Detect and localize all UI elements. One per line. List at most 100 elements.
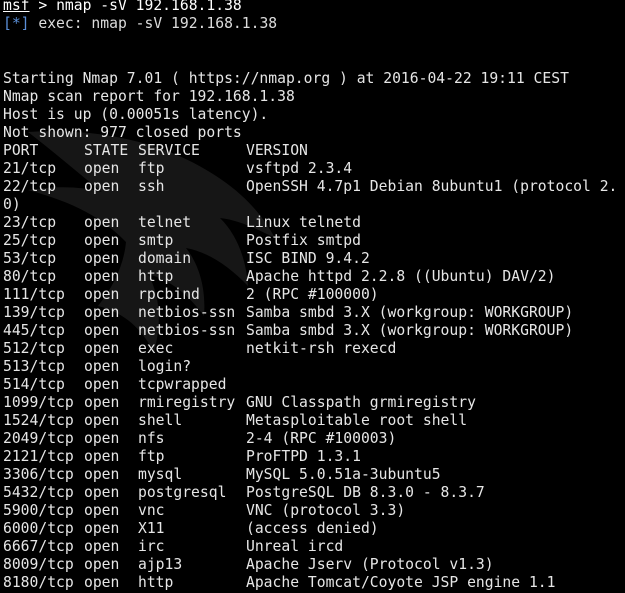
service-cell: irc [138,538,165,555]
port-cell: 6000/tcp [3,520,74,537]
port-cell: 512/tcp [3,340,65,357]
port-cell: 22/tcp [3,178,57,195]
service-cell: ftp [138,160,165,177]
prompt-arrow: > [38,0,48,14]
state-cell: open [84,304,120,321]
state-cell: open [84,286,120,303]
table-row: 3306/tcp open mysql MySQL 5.0.51a-3ubuntu5 [3,466,625,484]
version-cell: vsftpd 2.3.4 [246,160,353,177]
service-cell: netbios-ssn [138,322,236,339]
service-cell: rpcbind [138,286,200,303]
port-cell: 8180/tcp [3,574,74,591]
version-cell: Metasploitable root shell [246,412,468,429]
state-cell: open [84,556,120,573]
table-row: 0) [3,196,625,214]
version-cell: Apache Jserv (Protocol v1.3) [246,556,494,573]
port-cell: 80/tcp [3,268,57,285]
host-status: Host is up (0.00051s latency). [3,106,269,123]
table-row: 80/tcp open http Apache httpd 2.2.8 ((Ubunt… [3,268,625,286]
scan-report: Nmap scan report for 192.168.1.38 [3,88,295,105]
table-row: 514/tcp open tcpwrapped [3,376,625,394]
version-cell: OpenSSH 4.7p1 Debian 8ubuntu1 (protocol … [246,178,618,195]
service-cell: rmiregistry [138,394,236,411]
state-cell: open [84,502,120,519]
header-service: SERVICE [138,142,200,159]
version-cell: Unreal ircd [246,538,344,555]
header-state: STATE [84,142,129,159]
port-cell: 445/tcp [3,322,65,339]
service-cell: vnc [138,502,165,519]
port-cell: 6667/tcp [3,538,74,555]
port-cell: 5900/tcp [3,502,74,519]
service-cell: ajp13 [138,556,183,573]
exec-text: exec: nmap -sV 192.168.1.38 [38,15,278,32]
service-cell: smtp [138,232,174,249]
state-cell: open [84,232,120,249]
not-shown-ports: Not shown: 977 closed ports [3,124,242,141]
port-cell: 111/tcp [3,286,65,303]
port-cell: 5432/tcp [3,484,74,501]
table-row: 25/tcp open smtp Postfix smtpd [3,232,625,250]
port-cell: 513/tcp [3,358,65,375]
version-cell: 2 (RPC #100000) [246,286,379,303]
service-cell: ftp [138,448,165,465]
state-cell: open [84,214,120,231]
version-cell: GNU Classpath grmiregistry [246,394,476,411]
header-port: PORT [3,142,39,159]
table-row: 21/tcp open ftp vsftpd 2.3.4 [3,160,625,178]
service-cell: nfs [138,430,165,447]
version-cell: VNC (protocol 3.3) [246,502,406,519]
state-cell: open [84,376,120,393]
version-cell: Linux telnetd [246,214,361,231]
port-cell: 514/tcp [3,376,65,393]
prompt-command[interactable]: nmap -sV 192.168.1.38 [56,0,242,14]
scan-starting: Starting Nmap 7.01 ( https://nmap.org ) … [3,70,569,87]
version-cell: PostgreSQL DB 8.3.0 - 8.3.7 [246,484,485,501]
port-cell: 2049/tcp [3,430,74,447]
port-cell: 25/tcp [3,232,57,249]
table-row: 139/tcp open netbios-ssn Samba smbd 3.X (wo… [3,304,625,322]
port-cell: 3306/tcp [3,466,74,483]
state-cell: open [84,160,120,177]
port-cell: 8009/tcp [3,556,74,573]
table-row: 53/tcp open domain ISC BIND 9.4.2 [3,250,625,268]
service-cell: netbios-ssn [138,304,236,321]
state-cell: open [84,268,120,285]
state-cell: open [84,484,120,501]
table-row: 1524/tcp open shell Metasploitable root she… [3,412,625,430]
version-cell: 2-4 (RPC #100003) [246,430,397,447]
table-row: 512/tcp open exec netkit-rsh rexecd [3,340,625,358]
table-row: 5432/tcp open postgresql PostgreSQL DB 8.3.… [3,484,625,502]
table-row: 6667/tcp open irc Unreal ircd [3,538,625,556]
version-cell: MySQL 5.0.51a-3ubuntu5 [246,466,441,483]
exec-marker: [*] [3,15,30,32]
table-row: 2121/tcp open ftp ProFTPD 1.3.1 [3,448,625,466]
state-cell: open [84,340,120,357]
state-cell: open [84,250,120,267]
table-row: 8180/tcp open http Apache Tomcat/Coyote JSP… [3,574,625,592]
service-cell: mysql [138,466,183,483]
table-row: 513/tcp open login? [3,358,625,376]
header-version: VERSION [246,142,308,159]
version-cell: Samba smbd 3.X (workgroup: WORKGROUP) [246,322,574,339]
version-cell: ISC BIND 9.4.2 [246,250,370,267]
service-cell: ssh [138,178,165,195]
table-row: 445/tcp open netbios-ssn Samba smbd 3.X (wo… [3,322,625,340]
state-cell: open [84,412,120,429]
state-cell: open [84,322,120,339]
version-cell: Samba smbd 3.X (workgroup: WORKGROUP) [246,304,574,321]
version-cell: ProFTPD 1.3.1 [246,448,361,465]
service-cell: http [138,268,174,285]
service-cell: http [138,574,174,591]
version-cell: Apache httpd 2.2.8 ((Ubuntu) DAV/2) [246,268,556,285]
state-cell: open [84,394,120,411]
state-cell: open [84,448,120,465]
prompt-line: msf > nmap -sV 192.168.1.38 [3,0,242,15]
table-row: 1099/tcp open rmiregistry GNU Classpath grm… [3,394,625,412]
prompt-app: msf [3,0,30,14]
service-cell: login? [138,358,192,375]
exec-line: [*] exec: nmap -sV 192.168.1.38 [3,15,277,33]
terminal-window[interactable]: msf > nmap -sV 192.168.1.38 [*] exec: nm… [0,0,625,593]
port-cell: 21/tcp [3,160,57,177]
port-cell: 53/tcp [3,250,57,267]
